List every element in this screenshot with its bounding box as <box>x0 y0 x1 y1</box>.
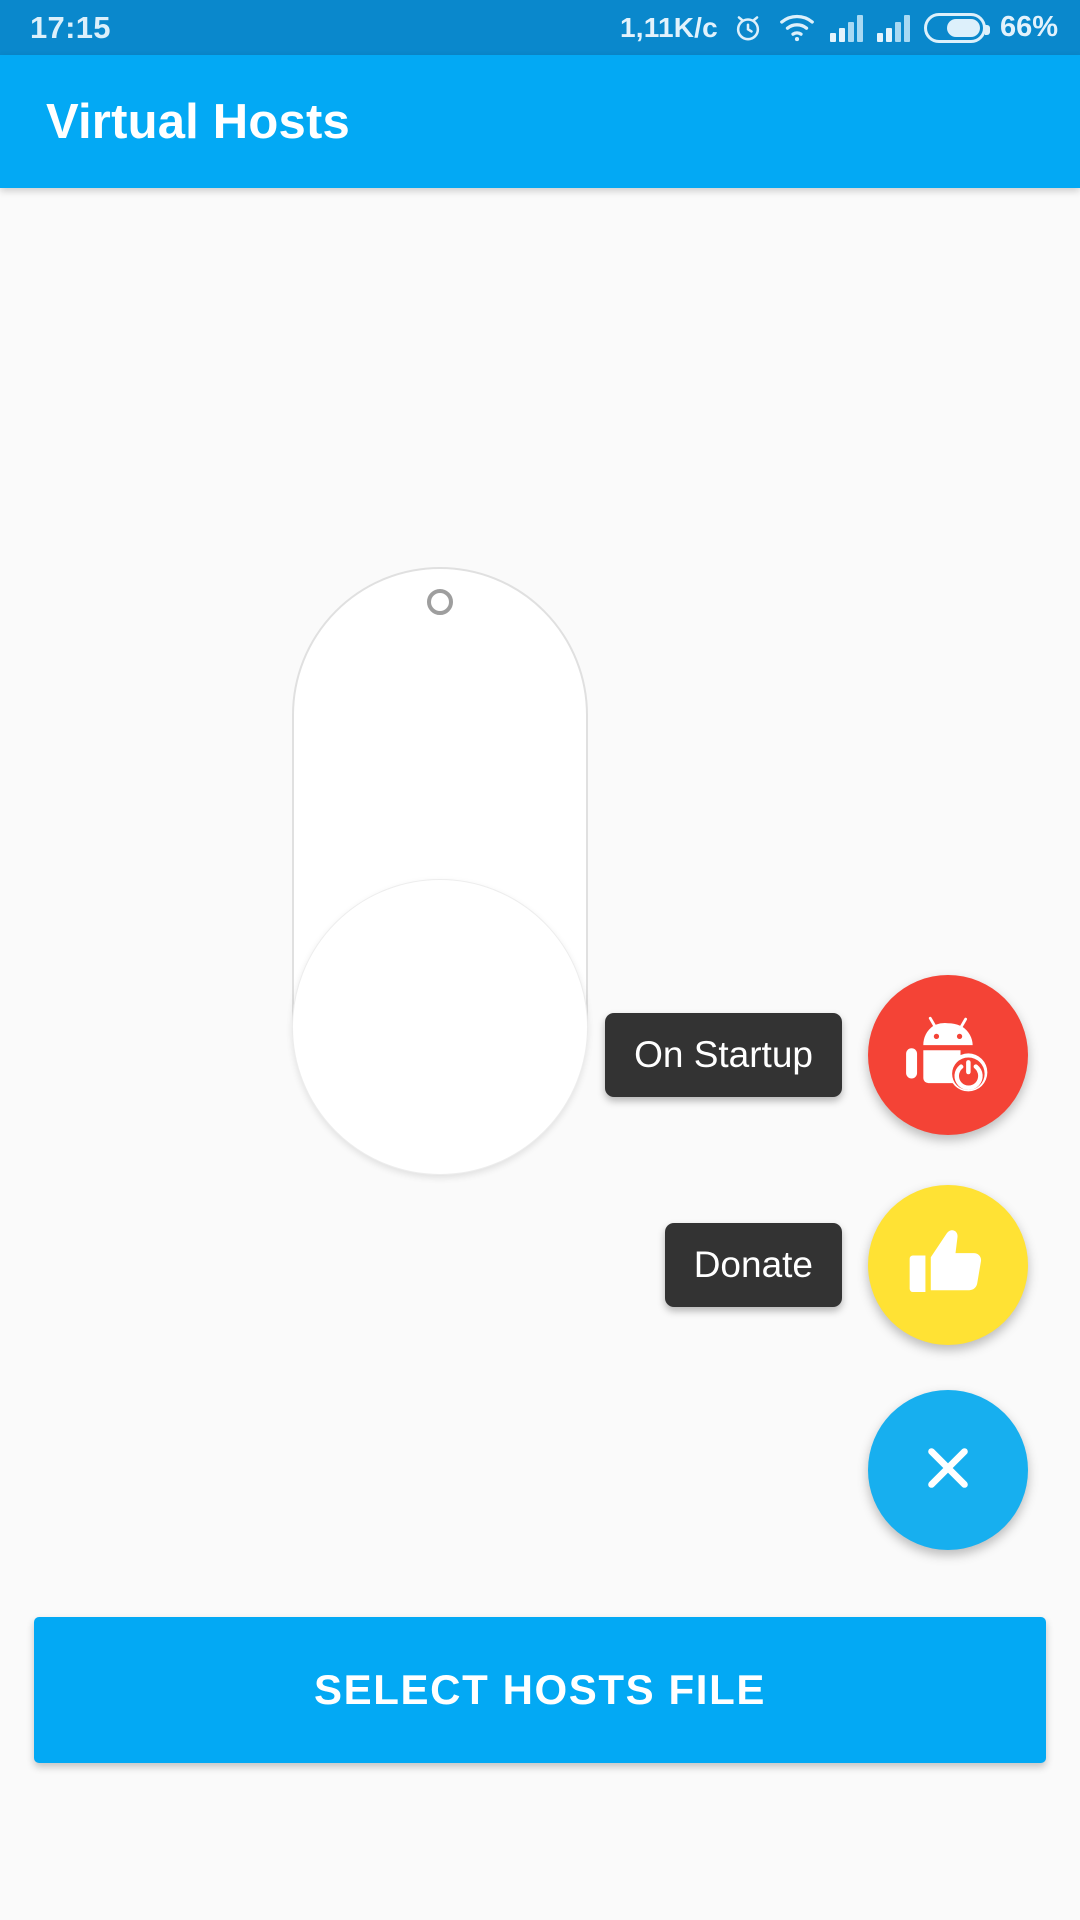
master-toggle-knob[interactable] <box>292 879 588 1175</box>
fab-menu-item-on-startup[interactable]: On Startup <box>605 975 1028 1135</box>
alarm-icon <box>732 12 764 44</box>
network-speed-indicator: 1,11K/c <box>620 11 718 43</box>
android-power-icon <box>901 1006 995 1105</box>
signal-icon <box>876 14 910 42</box>
page-title: Virtual Hosts <box>46 94 350 149</box>
toggle-indicator-dot <box>427 589 453 615</box>
select-hosts-file-button[interactable]: SELECT HOSTS FILE <box>34 1617 1046 1763</box>
fab-menu-toggle[interactable] <box>868 1390 1028 1550</box>
donate-button[interactable] <box>868 1185 1028 1345</box>
wifi-icon <box>778 13 816 43</box>
close-button[interactable] <box>868 1390 1028 1550</box>
fab-menu-item-donate[interactable]: Donate <box>664 1185 1028 1345</box>
thumbs-up-icon <box>905 1220 991 1311</box>
battery-percentage: 66% <box>999 11 1058 43</box>
status-bar-icons: 1,11K/c 66% <box>620 11 1058 44</box>
status-bar: 17:15 1,11K/c 66% <box>0 0 1080 55</box>
status-bar-clock: 17:15 <box>30 9 111 45</box>
fab-label-donate: Donate <box>664 1223 842 1307</box>
battery-icon <box>923 12 990 43</box>
on-startup-button[interactable] <box>868 975 1028 1135</box>
fab-label-on-startup: On Startup <box>605 1013 842 1097</box>
close-icon <box>915 1435 981 1506</box>
app-bar: Virtual Hosts <box>0 55 1080 188</box>
signal-icon <box>829 14 863 42</box>
